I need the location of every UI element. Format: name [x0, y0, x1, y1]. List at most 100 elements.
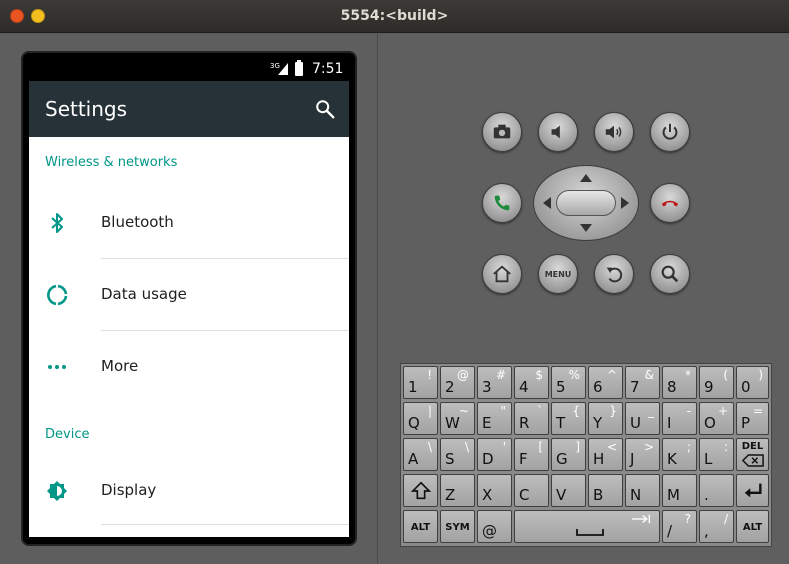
- key-label: L: [704, 450, 713, 468]
- key-w[interactable]: W ~: [440, 402, 475, 435]
- key-g[interactable]: G]: [551, 438, 586, 471]
- menu-button[interactable]: MENU: [538, 254, 578, 294]
- key-a[interactable]: A \: [403, 438, 438, 471]
- key-alt-right[interactable]: ALT: [736, 510, 769, 543]
- key-at[interactable]: @: [477, 510, 512, 543]
- key-j[interactable]: J >: [625, 438, 660, 471]
- key-5[interactable]: 5%: [551, 366, 586, 399]
- key-shift[interactable]: [403, 474, 438, 507]
- key-i[interactable]: I-: [662, 402, 697, 435]
- key-alt-label: #: [495, 368, 506, 382]
- key-l[interactable]: L:: [699, 438, 734, 471]
- key-1[interactable]: 1!: [403, 366, 438, 399]
- dpad-up-icon[interactable]: [580, 174, 592, 182]
- key-f[interactable]: F[: [514, 438, 549, 471]
- key-label: Y: [593, 414, 603, 432]
- power-button[interactable]: [650, 112, 690, 152]
- end-call-button[interactable]: [650, 183, 690, 223]
- home-button[interactable]: [482, 254, 522, 294]
- device-screen[interactable]: 3G 7:51 Settings Wireless & networks Blu…: [29, 59, 349, 537]
- key-y[interactable]: Y}: [588, 402, 623, 435]
- key-label: J: [630, 450, 635, 468]
- bluetooth-icon: [51, 213, 63, 233]
- back-button[interactable]: [594, 254, 634, 294]
- key-alt-label: :: [723, 440, 728, 454]
- call-button[interactable]: [482, 183, 522, 223]
- key-t[interactable]: T{: [551, 402, 586, 435]
- key-o[interactable]: O +: [699, 402, 734, 435]
- key-slash[interactable]: /?: [662, 510, 697, 543]
- settings-item-more[interactable]: More: [29, 331, 349, 403]
- settings-item-display[interactable]: Display: [29, 459, 349, 531]
- home-icon: [493, 265, 511, 283]
- key-label: 9: [704, 378, 714, 396]
- key-label: I: [667, 414, 672, 432]
- settings-item-label: Display: [101, 481, 157, 499]
- key-c[interactable]: C: [514, 474, 549, 507]
- key-d[interactable]: D ': [477, 438, 512, 471]
- del-label: DEL: [741, 441, 764, 452]
- key-2[interactable]: 2 @: [440, 366, 475, 399]
- key-period[interactable]: .: [699, 474, 734, 507]
- key-alt-label: /: [723, 512, 728, 526]
- key-7[interactable]: 7 &: [625, 366, 660, 399]
- key-alt-label: =: [752, 404, 763, 418]
- key-label: 4: [519, 378, 529, 396]
- key-0[interactable]: 0): [736, 366, 769, 399]
- key-label: E: [482, 414, 492, 432]
- key-h[interactable]: H <: [588, 438, 623, 471]
- key-e[interactable]: E ": [477, 402, 512, 435]
- volume-up-button[interactable]: [594, 112, 634, 152]
- key-label: .: [704, 486, 709, 504]
- dpad-center-button[interactable]: [556, 190, 616, 216]
- key-4[interactable]: 4 $: [514, 366, 549, 399]
- settings-item-label: More: [101, 357, 139, 375]
- volume-down-button[interactable]: [538, 112, 578, 152]
- key-label: F: [519, 450, 528, 468]
- key-comma[interactable]: , /: [699, 510, 734, 543]
- key-alt-label: [: [538, 440, 543, 454]
- settings-item-label: Data usage: [101, 285, 187, 303]
- key-del[interactable]: DEL: [736, 438, 769, 471]
- key-sym[interactable]: SYM: [440, 510, 475, 543]
- key-p[interactable]: P =: [736, 402, 769, 435]
- dpad-left-icon[interactable]: [543, 197, 551, 209]
- key-3[interactable]: 3 #: [477, 366, 512, 399]
- key-6[interactable]: 6 ^: [588, 366, 623, 399]
- key-label: U: [630, 414, 641, 432]
- page-title: Settings: [45, 97, 128, 121]
- key-q[interactable]: Q |: [403, 402, 438, 435]
- key-enter[interactable]: [736, 474, 769, 507]
- key-label: X: [482, 486, 493, 504]
- key-space[interactable]: [514, 510, 660, 543]
- key-label: W: [445, 414, 460, 432]
- key-9[interactable]: 9(: [699, 366, 734, 399]
- key-m[interactable]: M: [662, 474, 697, 507]
- dpad-down-icon[interactable]: [580, 224, 592, 232]
- key-s[interactable]: S \: [440, 438, 475, 471]
- menu-label: MENU: [544, 269, 572, 279]
- key-label: ALT: [742, 522, 763, 533]
- key-n[interactable]: N: [625, 474, 660, 507]
- key-z[interactable]: Z: [440, 474, 475, 507]
- key-alt-left[interactable]: ALT: [403, 510, 438, 543]
- settings-item-label: Bluetooth: [101, 213, 174, 231]
- key-label: K: [667, 450, 677, 468]
- key-x[interactable]: X: [477, 474, 512, 507]
- key-b[interactable]: B: [588, 474, 623, 507]
- key-8[interactable]: 8 *: [662, 366, 697, 399]
- search-icon[interactable]: [314, 98, 336, 120]
- key-k[interactable]: K;: [662, 438, 697, 471]
- camera-button[interactable]: [482, 112, 522, 152]
- key-u[interactable]: U _: [625, 402, 660, 435]
- dpad-right-icon[interactable]: [621, 197, 629, 209]
- settings-item-data-usage[interactable]: Data usage: [29, 259, 349, 331]
- key-alt-label: >: [643, 440, 654, 454]
- settings-item-bluetooth[interactable]: Bluetooth: [29, 187, 349, 259]
- search-button[interactable]: [650, 254, 690, 294]
- key-v[interactable]: V: [551, 474, 586, 507]
- key-alt-label: ;: [686, 440, 691, 454]
- more-icon: [48, 365, 66, 369]
- key-r[interactable]: R `: [514, 402, 549, 435]
- key-label: B: [593, 486, 604, 504]
